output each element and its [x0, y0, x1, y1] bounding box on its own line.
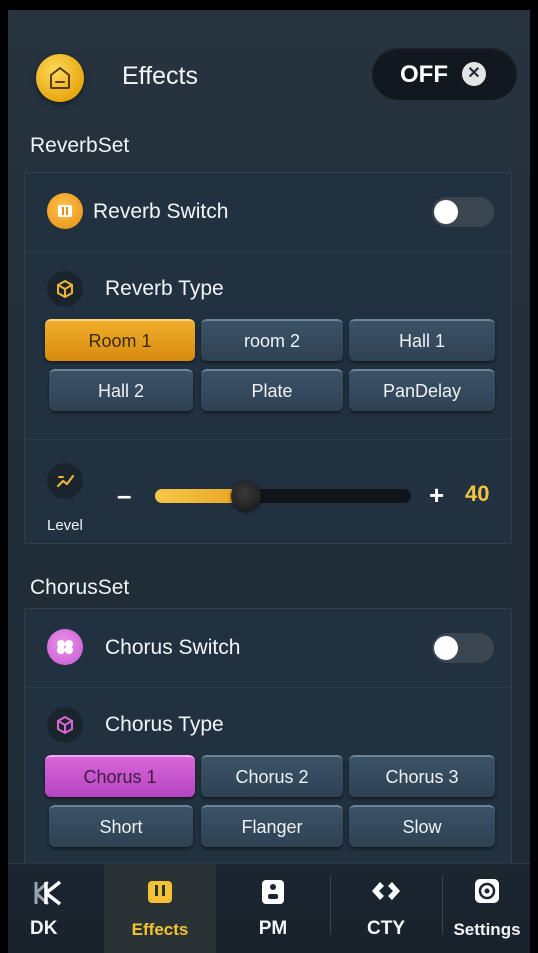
reverb-type-icon: [47, 271, 83, 307]
reverb-panel: Reverb Switch Reverb Type Room 1 room 2 …: [24, 172, 512, 544]
nav-label-pm: PM: [258, 918, 288, 939]
level-decrease-button[interactable]: –: [117, 480, 131, 511]
nav-divider: [330, 876, 331, 934]
reverb-section-label: ReverbSet: [30, 134, 130, 157]
level-slider[interactable]: [155, 481, 411, 511]
chorus-type-short[interactable]: Short: [49, 805, 193, 847]
chorus-panel: Chorus Switch Chorus Type Chorus 1 Choru…: [24, 608, 512, 870]
effects-icon: [148, 881, 172, 903]
reverb-icon: [47, 193, 83, 229]
level-increase-button[interactable]: +: [429, 480, 444, 511]
master-toggle-label: OFF: [400, 61, 448, 88]
level-icon: [47, 463, 83, 499]
home-button[interactable]: [36, 54, 84, 102]
level-slider-fill: [155, 489, 239, 503]
nav-item-settings[interactable]: Settings: [444, 864, 530, 953]
nav-item-effects[interactable]: Effects: [104, 864, 216, 953]
nav-label-effects: Effects: [131, 920, 189, 939]
level-slider-thumb[interactable]: [231, 481, 262, 511]
reverb-switch-toggle[interactable]: [432, 197, 494, 227]
pm-icon: [262, 880, 284, 904]
chorus-type-icon: [47, 707, 83, 743]
chorus-switch-toggle[interactable]: [432, 633, 494, 663]
chorus-switch-row: Chorus Switch: [25, 609, 511, 688]
reverb-level-row: Level – + 40: [25, 449, 511, 543]
close-icon: ✕: [462, 62, 486, 86]
settings-icon: [475, 879, 499, 903]
chorus-type-chorus-3[interactable]: Chorus 3: [349, 755, 495, 797]
nav-item-cty[interactable]: CTY: [332, 864, 440, 953]
reverb-type-hall-2[interactable]: Hall 2: [49, 369, 193, 411]
bottom-nav: DK Effects PM CTY Settings: [8, 863, 530, 953]
nav-label-settings: Settings: [453, 920, 521, 939]
chorus-type-label: Chorus Type: [105, 713, 224, 736]
chorus-section-label: ChorusSet: [30, 576, 130, 599]
header: Effects OFF ✕: [8, 10, 530, 130]
reverb-type-plate[interactable]: Plate: [201, 369, 343, 411]
nav-item-pm[interactable]: PM: [216, 864, 330, 953]
home-icon: [50, 67, 70, 89]
toggle-knob: [434, 636, 458, 660]
chorus-type-flanger[interactable]: Flanger: [201, 805, 343, 847]
nav-label-dk: DK: [30, 918, 58, 939]
reverb-switch-label: Reverb Switch: [93, 200, 229, 223]
reverb-type-hall-1[interactable]: Hall 1: [349, 319, 495, 361]
effects-master-toggle[interactable]: OFF ✕: [372, 48, 517, 100]
chorus-type-chorus-2[interactable]: Chorus 2: [201, 755, 343, 797]
nav-item-dk[interactable]: DK: [8, 864, 104, 953]
nav-label-cty: CTY: [367, 918, 405, 939]
chorus-icon: [47, 629, 83, 665]
chorus-type-slow[interactable]: Slow: [349, 805, 495, 847]
reverb-type-label: Reverb Type: [105, 277, 224, 300]
reverb-type-room-2[interactable]: room 2: [201, 319, 343, 361]
page-title: Effects: [122, 62, 198, 90]
chorus-switch-label: Chorus Switch: [105, 636, 241, 659]
toggle-knob: [434, 200, 458, 224]
divider: [25, 439, 511, 440]
level-value: 40: [465, 481, 490, 506]
reverb-type-room-1[interactable]: Room 1: [45, 319, 195, 361]
reverb-type-pandelay[interactable]: PanDelay: [349, 369, 495, 411]
cty-icon: [372, 882, 400, 900]
reverb-switch-row: Reverb Switch: [25, 173, 511, 252]
level-label: Level: [47, 517, 83, 534]
nav-divider: [442, 876, 443, 934]
chorus-type-chorus-1[interactable]: Chorus 1: [45, 755, 195, 797]
effects-screen: Effects OFF ✕ ReverbSet Reverb Switch Re…: [8, 10, 530, 953]
dk-logo-icon: [34, 880, 62, 906]
